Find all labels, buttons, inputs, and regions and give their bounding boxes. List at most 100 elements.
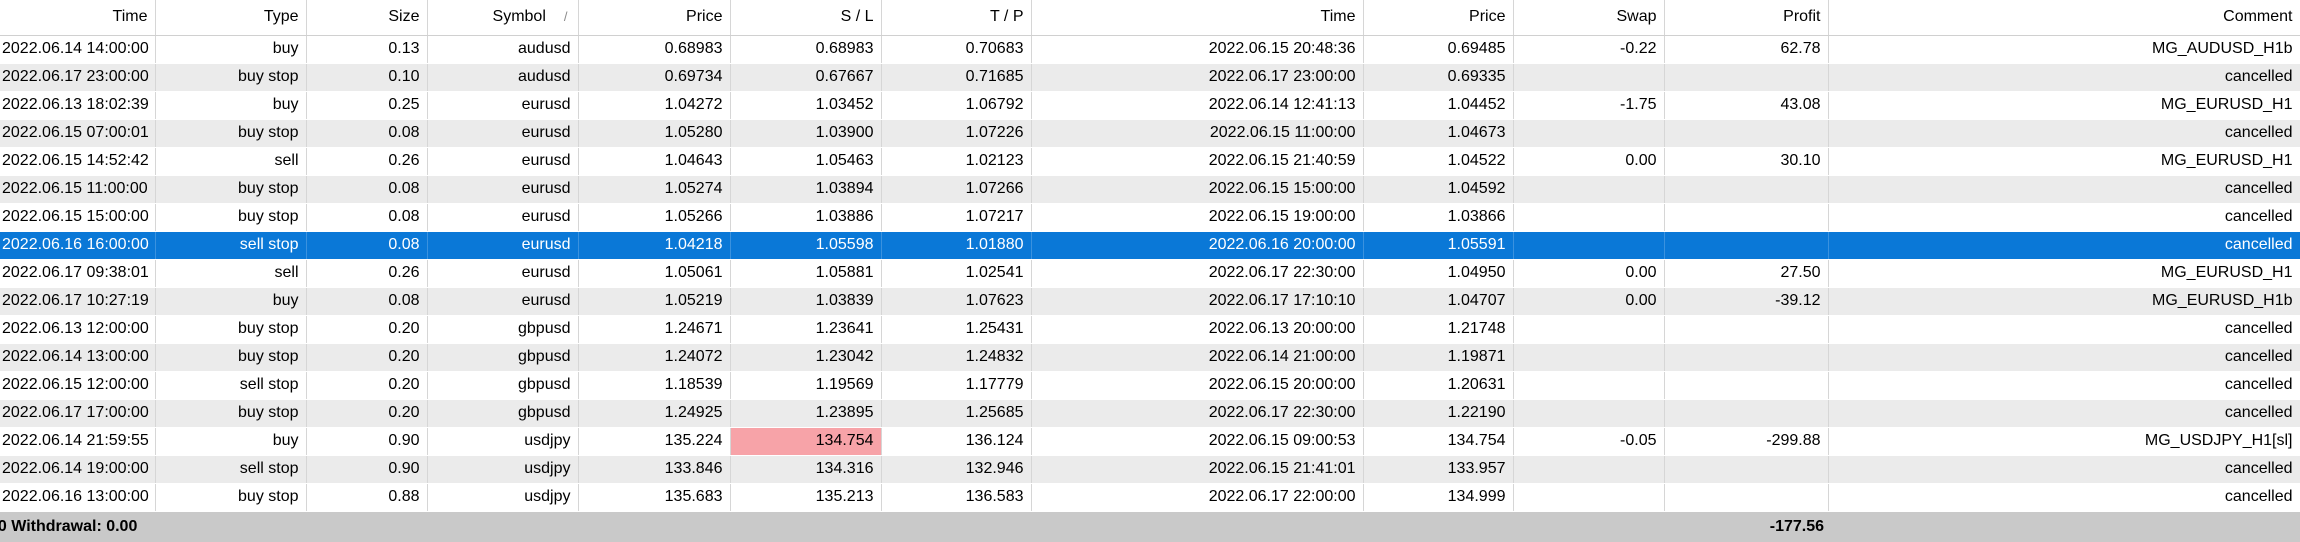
cell-close-price: 1.05591 (1363, 231, 1514, 260)
table-row[interactable]: 2022.06.15 14:52:42 sell 0.26 eurusd 1.04643… (0, 147, 2300, 176)
cell-price: 1.04218 (578, 231, 731, 260)
table-row[interactable]: 2022.06.17 17:00:00 buy stop 0.20 gbpusd 1.2… (0, 399, 2300, 428)
cell-swap: 0.00 (1513, 147, 1665, 176)
table-row[interactable]: 2022.06.13 18:02:39 buy 0.25 eurusd 1.04272 1… (0, 91, 2300, 120)
cell-price: 135.224 (578, 427, 731, 456)
cell-close-time: 2022.06.15 21:41:01 (1031, 455, 1364, 484)
table-row[interactable]: 2022.06.14 14:00:00 buy 0.13 audusd 0.68983 0… (0, 35, 2300, 64)
table-row[interactable]: 2022.06.14 13:00:00 buy stop 0.20 gbpusd 1.2… (0, 343, 2300, 372)
cell-price: 1.24072 (578, 343, 731, 372)
cell-type: sell (155, 147, 307, 176)
cell-tp: 1.01880 (881, 231, 1032, 260)
column-header-label: Size (388, 8, 420, 26)
summary-bar: 00 Withdrawal: 0.00 -177.56 (0, 512, 2300, 542)
cell-size: 0.25 (306, 91, 428, 120)
column-header-close-time[interactable]: Time (1031, 0, 1364, 36)
cell-tp: 0.70683 (881, 35, 1032, 64)
column-header-tp[interactable]: T / P (881, 0, 1032, 36)
cell-close-time: 2022.06.17 22:00:00 (1031, 483, 1364, 512)
cell-profit (1664, 63, 1829, 92)
cell-tp: 136.124 (881, 427, 1032, 456)
cell-symbol: eurusd (427, 231, 579, 260)
cell-time: 2022.06.17 10:27:19 (0, 287, 156, 316)
column-header-size[interactable]: Size (306, 0, 428, 36)
cell-type: sell stop (155, 231, 307, 260)
cell-close-price: 1.20631 (1363, 371, 1514, 400)
table-row[interactable]: 2022.06.16 16:00:00 sell stop 0.08 eurusd 1.… (0, 231, 2300, 260)
column-header-label: Profit (1783, 8, 1821, 26)
cell-swap (1513, 371, 1665, 400)
cell-price: 1.05280 (578, 119, 731, 148)
table-row[interactable]: 2022.06.14 19:00:00 sell stop 0.90 usdjpy 13… (0, 455, 2300, 484)
cell-profit: -299.88 (1664, 427, 1829, 456)
column-header-profit[interactable]: Profit (1664, 0, 1829, 36)
cell-close-price: 134.754 (1363, 427, 1514, 456)
cell-time: 2022.06.17 23:00:00 (0, 63, 156, 92)
table-header: Time Type Size Symbol / Price S / L T / P Time Pr… (0, 0, 2300, 36)
column-header-time[interactable]: Time (0, 0, 156, 36)
table-row[interactable]: 2022.06.14 21:59:55 buy 0.90 usdjpy 135.224 1… (0, 427, 2300, 456)
cell-time: 2022.06.13 12:00:00 (0, 315, 156, 344)
cell-comment: cancelled (1828, 203, 2300, 232)
column-header-swap[interactable]: Swap (1513, 0, 1665, 36)
cell-profit: -39.12 (1664, 287, 1829, 316)
cell-tp: 1.25431 (881, 315, 1032, 344)
cell-comment: cancelled (1828, 175, 2300, 204)
cell-time: 2022.06.14 14:00:00 (0, 35, 156, 64)
cell-sl: 1.05881 (730, 259, 882, 288)
cell-close-price: 1.04707 (1363, 287, 1514, 316)
cell-size: 0.20 (306, 315, 428, 344)
cell-swap (1513, 399, 1665, 428)
cell-close-price: 1.19871 (1363, 343, 1514, 372)
table-row[interactable]: 2022.06.17 10:27:19 buy 0.08 eurusd 1.05219 1… (0, 287, 2300, 316)
cell-close-price: 1.04452 (1363, 91, 1514, 120)
column-header-comment[interactable]: Comment (1828, 0, 2300, 36)
cell-time: 2022.06.15 14:52:42 (0, 147, 156, 176)
column-header-label: Symbol (492, 8, 546, 26)
cell-symbol: eurusd (427, 91, 579, 120)
cell-profit (1664, 203, 1829, 232)
cell-profit (1664, 119, 1829, 148)
cell-price: 1.24925 (578, 399, 731, 428)
cell-price: 1.24671 (578, 315, 731, 344)
cell-comment: cancelled (1828, 455, 2300, 484)
cell-close-price: 134.999 (1363, 483, 1514, 512)
table-row[interactable]: 2022.06.17 09:38:01 sell 0.26 eurusd 1.05061… (0, 259, 2300, 288)
cell-sl: 1.05598 (730, 231, 882, 260)
cell-close-price: 1.22190 (1363, 399, 1514, 428)
column-header-sl[interactable]: S / L (730, 0, 882, 36)
column-header-label: Type (263, 8, 299, 26)
cell-size: 0.10 (306, 63, 428, 92)
cell-swap (1513, 119, 1665, 148)
cell-swap: -1.75 (1513, 91, 1665, 120)
cell-symbol: audusd (427, 35, 579, 64)
cell-type: buy (155, 35, 307, 64)
history-table: Time Type Size Symbol / Price S / L T / P Time Pr… (0, 0, 2300, 512)
cell-tp: 1.07226 (881, 119, 1032, 148)
column-header-type[interactable]: Type (155, 0, 307, 36)
cell-comment: cancelled (1828, 315, 2300, 344)
table-row[interactable]: 2022.06.15 11:00:00 buy stop 0.08 eurusd 1.0… (0, 175, 2300, 204)
table-row[interactable]: 2022.06.15 07:00:01 buy stop 0.08 eurusd 1.0… (0, 119, 2300, 148)
column-header-price[interactable]: Price (578, 0, 731, 36)
cell-tp: 1.17779 (881, 371, 1032, 400)
cell-sl: 1.23895 (730, 399, 882, 428)
table-row[interactable]: 2022.06.16 13:00:00 buy stop 0.88 usdjpy 135… (0, 483, 2300, 512)
cell-sl: 1.23641 (730, 315, 882, 344)
column-header-close-price[interactable]: Price (1363, 0, 1514, 36)
cell-size: 0.90 (306, 455, 428, 484)
cell-symbol: eurusd (427, 259, 579, 288)
cell-swap: 0.00 (1513, 287, 1665, 316)
cell-swap: 0.00 (1513, 259, 1665, 288)
cell-comment: MG_EURUSD_H1 (1828, 91, 2300, 120)
cell-time: 2022.06.15 11:00:00 (0, 175, 156, 204)
table-row[interactable]: 2022.06.15 12:00:00 sell stop 0.20 gbpusd 1.… (0, 371, 2300, 400)
column-header-symbol[interactable]: Symbol / (427, 0, 579, 36)
cell-symbol: gbpusd (427, 315, 579, 344)
cell-price: 1.04643 (578, 147, 731, 176)
table-row[interactable]: 2022.06.15 15:00:00 buy stop 0.08 eurusd 1.0… (0, 203, 2300, 232)
table-row[interactable]: 2022.06.17 23:00:00 buy stop 0.10 audusd 0.6… (0, 63, 2300, 92)
cell-comment: cancelled (1828, 483, 2300, 512)
table-row[interactable]: 2022.06.13 12:00:00 buy stop 0.20 gbpusd 1.2… (0, 315, 2300, 344)
column-header-label: Time (1320, 8, 1356, 26)
